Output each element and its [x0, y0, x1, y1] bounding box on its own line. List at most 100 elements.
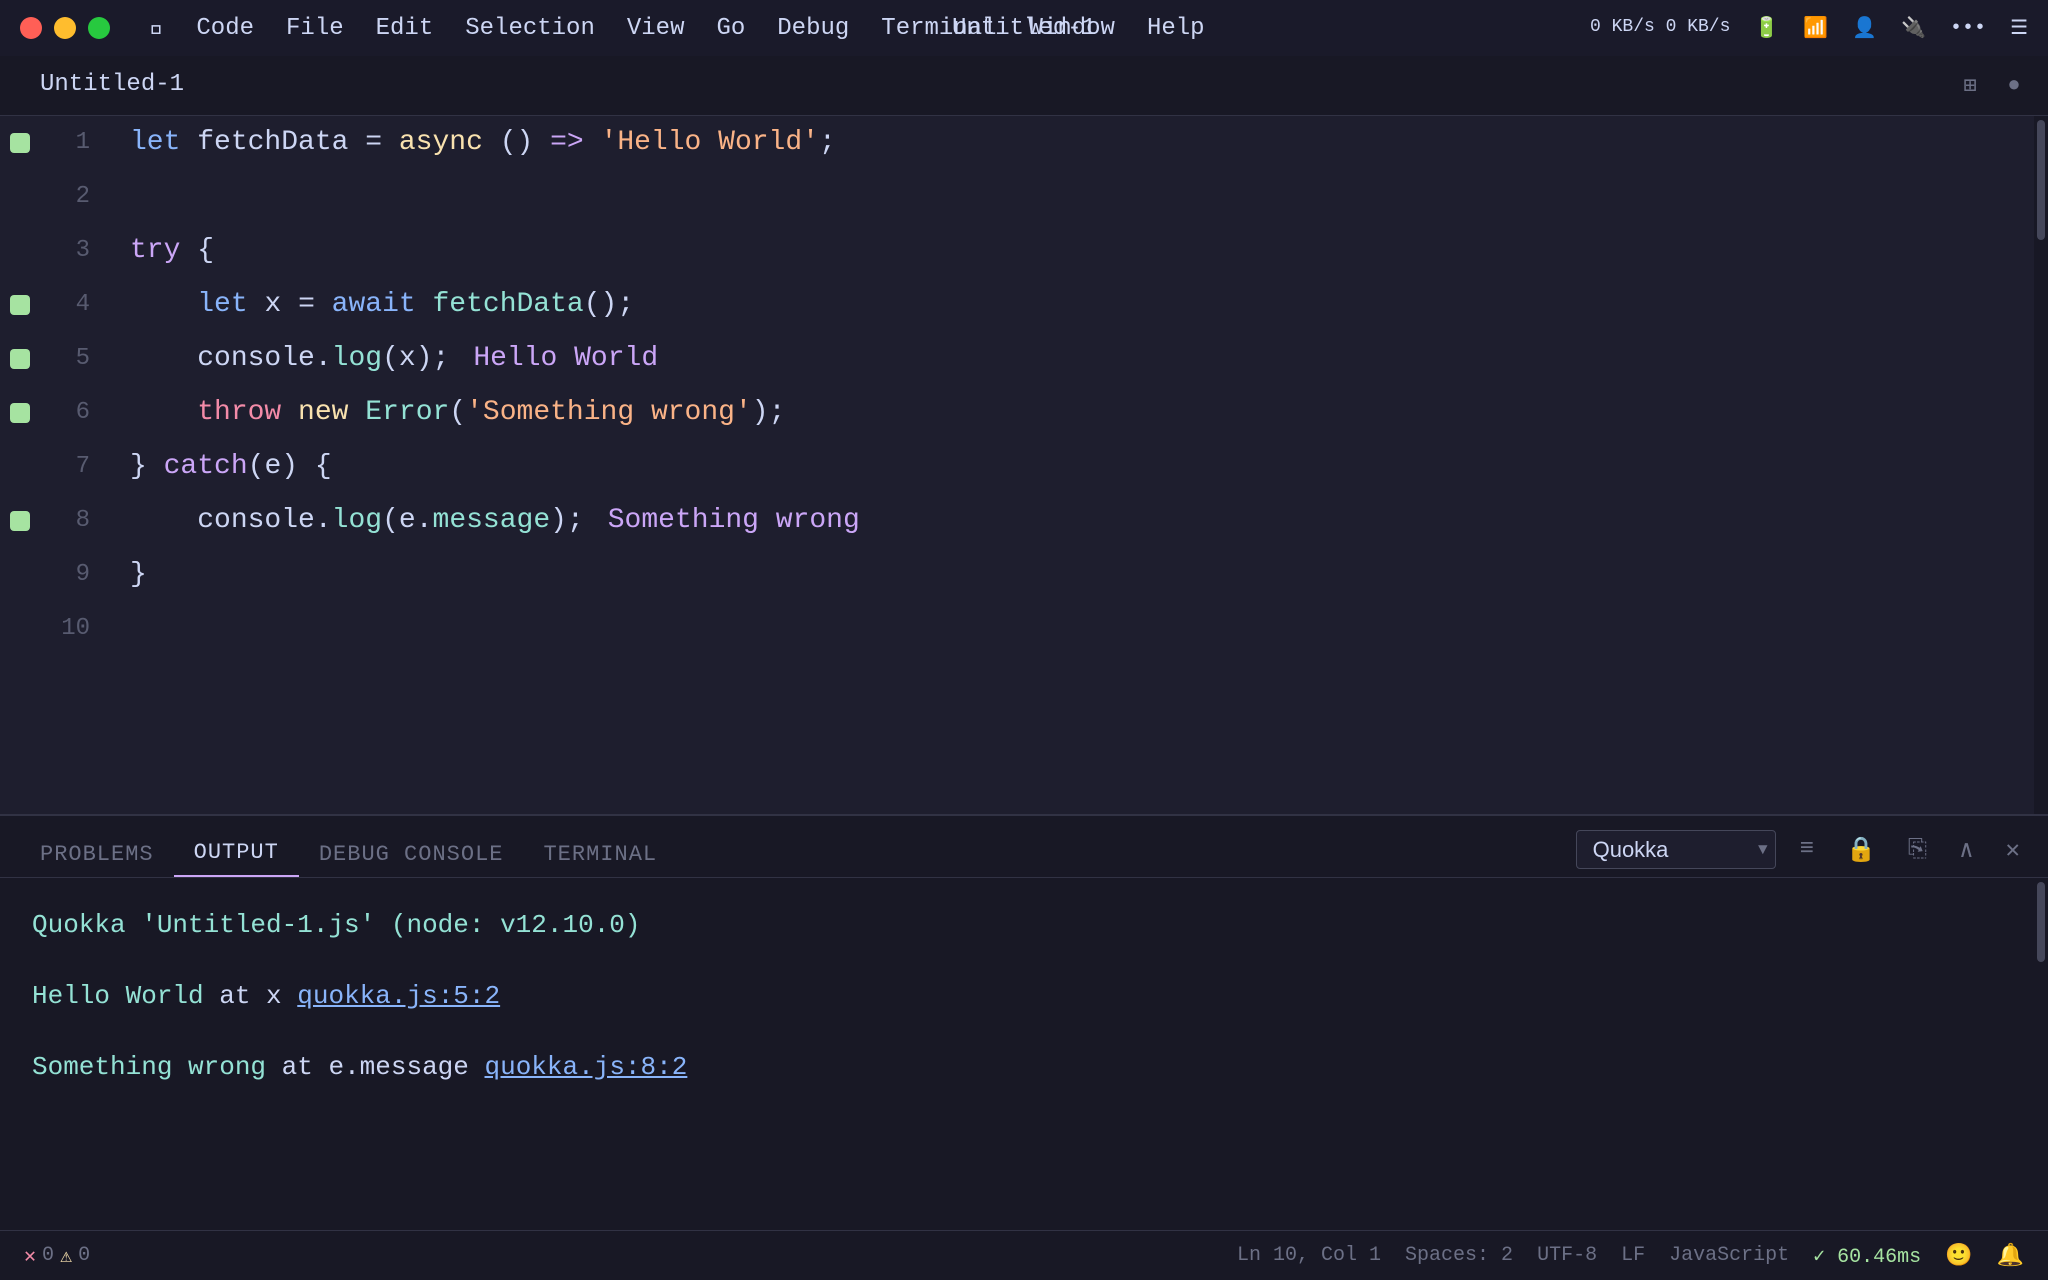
punct-catch-close: ) { — [281, 453, 331, 481]
window-title: Untitled-1 — [952, 15, 1096, 42]
var-x: x — [248, 291, 298, 319]
kw-try: try — [130, 237, 180, 265]
smiley-icon[interactable]: 🙂 — [1945, 1243, 1972, 1269]
split-editor-icon[interactable]: ⊞ — [1956, 72, 1984, 100]
error-icon: ✕ — [24, 1243, 36, 1269]
bp-row-3[interactable] — [0, 224, 40, 278]
bp-row-2[interactable] — [0, 170, 40, 224]
breakpoint-5 — [10, 349, 30, 369]
code-line-1: let fetchData = async () => 'Hello World… — [130, 116, 2014, 170]
panel-content: Quokka 'Untitled-1.js' (node: v12.10.0) … — [0, 878, 2048, 1230]
status-errors[interactable]: ✕ 0 ⚠ 0 — [24, 1243, 90, 1269]
punct-call-4: (); — [584, 291, 634, 319]
bell-icon[interactable]: 🔔 — [1997, 1243, 2024, 1269]
punct-rparen-6: ); — [752, 399, 786, 427]
bp-row-1[interactable] — [0, 116, 40, 170]
output-source-select-wrapper: Quokka ▼ — [1576, 830, 1776, 869]
tab-output[interactable]: OUTPUT — [174, 830, 299, 877]
punct-brace-close-9: } — [130, 561, 147, 589]
kw-throw: throw — [197, 399, 281, 427]
menu-file[interactable]: File — [286, 15, 344, 42]
fn-log-8: log — [332, 507, 382, 535]
punct-lparen-8: ( — [382, 507, 399, 535]
more-icon: ••• — [1950, 17, 1986, 40]
timing-check: ✓ 60.46ms — [1813, 1243, 1921, 1269]
tab-terminal[interactable]: TERMINAL — [523, 832, 677, 877]
var-e-8: e — [399, 507, 416, 535]
line-ending[interactable]: LF — [1621, 1244, 1645, 1267]
line-num-7: 7 — [40, 440, 110, 494]
titlebar:  Code File Edit Selection View Go Debug… — [0, 0, 2048, 56]
punct-eq-1: = — [365, 129, 399, 157]
dot-icon: ● — [2000, 72, 2028, 100]
kw-async: async — [399, 129, 483, 157]
bp-row-6[interactable] — [0, 386, 40, 440]
fn-error: Error — [365, 399, 449, 427]
output-link-2[interactable]: quokka.js:8:2 — [485, 1052, 688, 1082]
panel-scrollbar-thumb — [2037, 882, 2045, 962]
copy-icon[interactable]: ⎘ — [1900, 832, 1935, 868]
inline-output-5: Hello World — [473, 345, 658, 373]
editor-container: Untitled-1 ⊞ ● 1 2 3 4 5 6 7 — [0, 56, 2048, 1280]
close-panel-icon[interactable]: ✕ — [1998, 831, 2028, 869]
code-line-4: let x = await fetchData (); — [130, 278, 2014, 332]
menu-selection[interactable]: Selection — [465, 15, 595, 42]
lock-icon[interactable]: 🔒 — [1838, 831, 1884, 869]
punct-rparen-5: ); — [416, 345, 450, 373]
clear-output-icon[interactable]: ≡ — [1792, 832, 1822, 867]
window-controls — [20, 17, 110, 39]
var-fetchdata: fetchData — [180, 129, 365, 157]
bp-row-9[interactable] — [0, 548, 40, 602]
fn-log-5: log — [332, 345, 382, 373]
menu-apple[interactable]:  — [150, 15, 164, 42]
bp-row-5[interactable] — [0, 332, 40, 386]
str-something-wrong: 'Something wrong' — [466, 399, 752, 427]
indent-6 — [130, 399, 197, 427]
bp-row-7[interactable] — [0, 440, 40, 494]
editor-toolbar: ⊞ ● — [1956, 72, 2028, 100]
menu-help[interactable]: Help — [1147, 15, 1205, 42]
punct-lparen-6: ( — [449, 399, 466, 427]
line-num-3: 3 — [40, 224, 110, 278]
tab-problems[interactable]: PROBLEMS — [20, 832, 174, 877]
punct-semi-1: ; — [819, 129, 836, 157]
panel-scrollbar[interactable] — [2034, 878, 2048, 1230]
cursor-position[interactable]: Ln 10, Col 1 — [1237, 1244, 1381, 1267]
editor-tab-bar: Untitled-1 ⊞ ● — [0, 56, 2048, 116]
file-encoding[interactable]: UTF-8 — [1537, 1244, 1597, 1267]
menu-view[interactable]: View — [627, 15, 685, 42]
language-mode[interactable]: JavaScript — [1669, 1244, 1789, 1267]
space-6a — [281, 399, 298, 427]
maximize-button[interactable] — [88, 17, 110, 39]
panel-toolbar: Quokka ▼ ≡ 🔒 ⎘ ∧ ✕ — [1576, 830, 2028, 877]
menu-edit[interactable]: Edit — [376, 15, 434, 42]
minimize-button[interactable] — [54, 17, 76, 39]
code-content[interactable]: let fetchData = async () => 'Hello World… — [110, 116, 2034, 814]
titlebar-right: 0 KB/s 0 KB/s 🔋 📶 👤 🔌 ••• ☰ — [1590, 15, 2028, 41]
bp-row-8[interactable] — [0, 494, 40, 548]
editor-tab-untitled[interactable]: Untitled-1 — [20, 63, 204, 108]
editor-scrollbar[interactable] — [2034, 116, 2048, 814]
spaces-setting[interactable]: Spaces: 2 — [1405, 1244, 1513, 1267]
menu-debug[interactable]: Debug — [777, 15, 849, 42]
close-button[interactable] — [20, 17, 42, 39]
menu-go[interactable]: Go — [716, 15, 745, 42]
editor-scrollbar-thumb — [2037, 120, 2045, 240]
status-left: ✕ 0 ⚠ 0 — [24, 1243, 90, 1269]
chevron-up-icon[interactable]: ∧ — [1951, 831, 1981, 869]
menu-code[interactable]: Code — [196, 15, 254, 42]
bp-row-4[interactable] — [0, 278, 40, 332]
code-line-8: console . log ( e . message ); Something… — [130, 494, 2014, 548]
bp-row-10[interactable] — [0, 602, 40, 656]
var-e: e — [264, 453, 281, 481]
var-console-8: console — [197, 507, 315, 535]
line-num-8: 8 — [40, 494, 110, 548]
battery-icon: 🔋 — [1754, 15, 1779, 41]
punct-lparen-5: ( — [382, 345, 399, 373]
tab-debug-console[interactable]: DEBUG CONSOLE — [299, 832, 524, 877]
indent-5 — [130, 345, 197, 373]
code-line-7: } catch ( e ) { — [130, 440, 2014, 494]
output-source-select[interactable]: Quokka — [1576, 830, 1776, 869]
output-link-1[interactable]: quokka.js:5:2 — [297, 981, 500, 1011]
space-6b — [348, 399, 365, 427]
